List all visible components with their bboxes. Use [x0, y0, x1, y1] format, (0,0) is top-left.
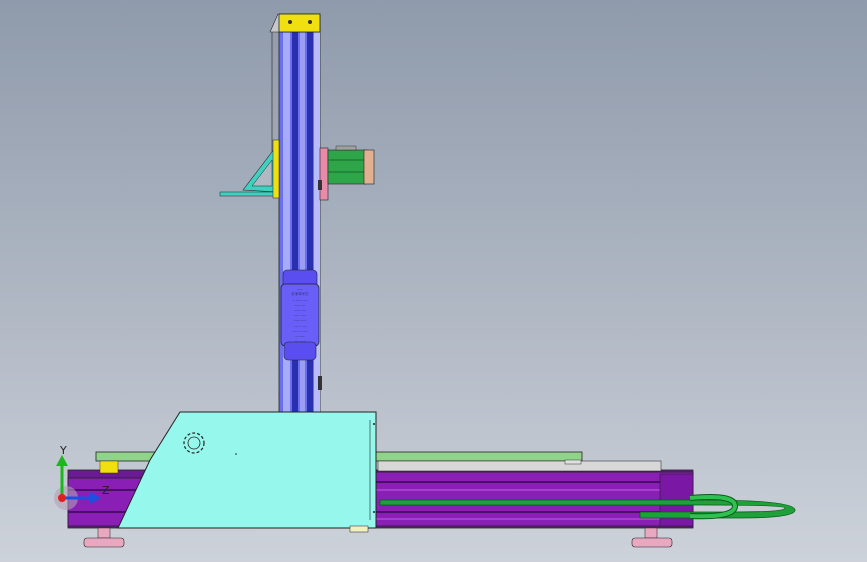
label-plate-line: ..... .... — [295, 303, 306, 307]
column-clip — [318, 180, 322, 190]
label-plate-line: ...... .. .... — [292, 329, 307, 333]
label-plate-line: .. ...... .... — [292, 297, 307, 301]
printer-side-view: ......Ⓛⓐⓑⓔⓛ.. ...... .... ..... .........… — [54, 13, 796, 548]
extruder-bracket — [219, 139, 280, 199]
cad-viewport[interactable]: ...... Ⓛⓐⓑⓔⓛ.. ...... .... ..... .........… — [0, 0, 867, 562]
label-plate-line: ..... ...... — [294, 339, 307, 343]
foot-middle — [349, 525, 369, 533]
base-housing — [117, 411, 377, 529]
column-clip — [318, 376, 322, 390]
label-plate-line: ...... ..... — [294, 308, 307, 312]
foot-right — [631, 527, 673, 548]
x-axis-dot — [58, 494, 66, 502]
label-plate-line: ...... — [297, 287, 303, 291]
foot-left — [83, 527, 125, 548]
label-plate-line: ..... ...... — [294, 313, 307, 317]
z-axis-label: Z — [102, 484, 110, 497]
stepper-motor — [319, 145, 375, 201]
label-plate-line: . ...... .... — [293, 323, 307, 327]
label-plate-line: ...... ..... — [294, 318, 307, 322]
label-plate-line: ... ...... — [295, 334, 306, 338]
y-axis-label: Y — [59, 444, 67, 457]
label-plate-line: Ⓛⓐⓑⓔⓛ — [292, 291, 310, 296]
